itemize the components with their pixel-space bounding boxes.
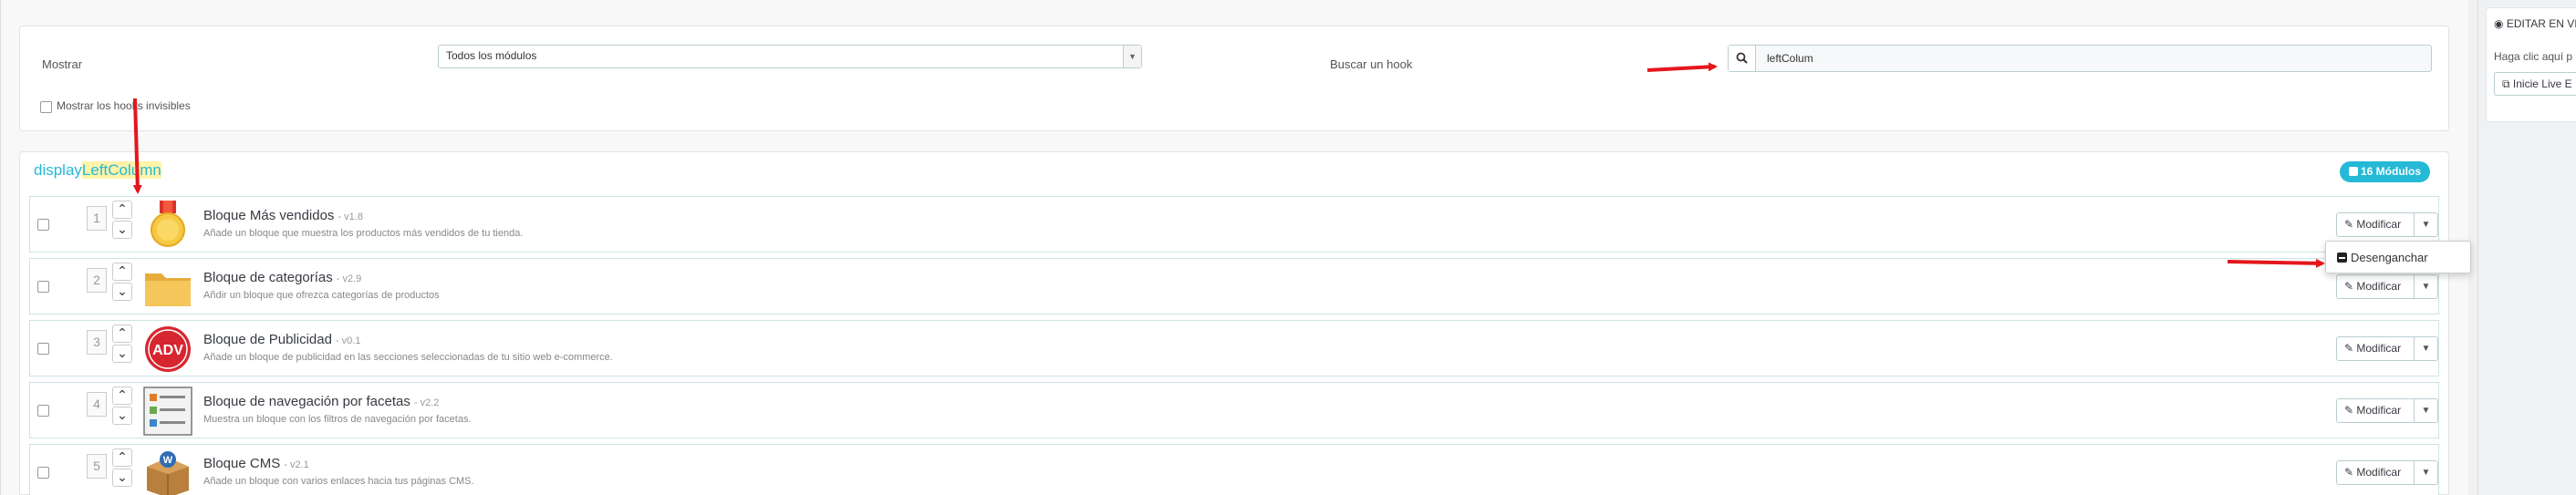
move-down-icon[interactable]: ⌄	[112, 407, 132, 425]
unhook-icon	[2337, 253, 2347, 263]
module-position: 3	[87, 330, 107, 355]
svg-text:ADV: ADV	[152, 343, 183, 358]
show-label: Mostrar	[42, 57, 83, 71]
live-edit-panel: ◉ EDITAR EN VIVO Haga clic aquí p ⧉ Inic…	[2486, 7, 2576, 122]
module-count-badge: 16 Módulos	[2339, 161, 2430, 182]
move-up-icon[interactable]: ⌃	[112, 325, 132, 343]
chevron-down-icon[interactable]: ▼	[2415, 212, 2438, 237]
live-edit-header: ◉ EDITAR EN VIVO	[2494, 17, 2576, 30]
module-name: Bloque de categorías - v2.9	[203, 270, 362, 285]
module-filter-select[interactable]: Todos los módulos ▼	[438, 45, 1142, 68]
right-sidebar: ◉ EDITAR EN VIVO Haga clic aquí p ⧉ Inic…	[2477, 0, 2576, 495]
search-icon	[1729, 46, 1756, 71]
unhook-menu-item[interactable]: Desenganchar	[2325, 241, 2471, 273]
module-row: 1 ⌃ ⌄ Bloque Más vendidos - v1.8 Añade un…	[29, 196, 2439, 253]
medal-icon	[143, 201, 192, 250]
module-checkbox[interactable]	[37, 467, 49, 479]
hook-search-value: leftColum	[1767, 52, 1813, 65]
edit-button[interactable]: ✎ Modificar	[2336, 212, 2415, 237]
hook-search-input[interactable]: leftColum	[1728, 45, 2432, 72]
move-up-icon[interactable]: ⌃	[112, 449, 132, 467]
edit-button[interactable]: ✎ Modificar	[2336, 336, 2415, 361]
module-description: Añade un bloque que muestra los producto…	[203, 228, 524, 239]
folder-icon	[143, 263, 192, 312]
module-name: Bloque de Publicidad - v0.1	[203, 332, 361, 347]
position-arrows: ⌃ ⌄	[112, 449, 134, 489]
move-up-icon[interactable]: ⌃	[112, 263, 132, 281]
move-up-icon[interactable]: ⌃	[112, 387, 132, 405]
module-row: 3 ⌃ ⌄ ADV Bloque de Publicidad - v0.1 Aña…	[29, 320, 2439, 376]
module-row: 4 ⌃ ⌄ Bloque de navegación por facetas - …	[29, 382, 2439, 438]
module-checkbox[interactable]	[37, 405, 49, 417]
cms-box-icon: W	[143, 449, 192, 495]
edit-button[interactable]: ✎ Modificar	[2336, 460, 2415, 485]
move-down-icon[interactable]: ⌄	[112, 283, 132, 301]
module-filter-value: Todos los módulos	[446, 49, 537, 62]
invisible-hooks-label[interactable]: Mostrar los hooks invisibles	[57, 99, 191, 112]
module-row: 2 ⌃ ⌄ Bloque de categorías - v2.9 Añdir u…	[29, 258, 2439, 315]
hook-title: displayLeftColumn	[34, 161, 161, 179]
chevron-down-icon[interactable]: ▼	[2415, 336, 2438, 361]
start-live-edit-button[interactable]: ⧉ Inicie Live E	[2494, 72, 2576, 96]
live-edit-text: Haga clic aquí p	[2494, 50, 2573, 63]
module-position: 2	[87, 268, 107, 293]
position-arrows: ⌃ ⌄	[112, 387, 134, 427]
main-content: Mostrar Todos los módulos ▼ Buscar un ho…	[0, 0, 2471, 495]
module-description: Muestra un bloque con los filtros de nav…	[203, 414, 472, 425]
move-down-icon[interactable]: ⌄	[112, 469, 132, 487]
module-checkbox[interactable]	[37, 219, 49, 231]
position-arrows: ⌃ ⌄	[112, 325, 134, 365]
module-name: Bloque de navegación por facetas - v2.2	[203, 394, 440, 409]
external-link-icon: ⧉	[2502, 77, 2510, 90]
move-down-icon[interactable]: ⌄	[112, 221, 132, 239]
position-arrows: ⌃ ⌄	[112, 263, 134, 303]
module-description: Añdir un bloque que ofrezca categorías d…	[203, 290, 440, 301]
module-description: Añade un bloque de publicidad en las sec…	[203, 352, 613, 363]
search-hook-label: Buscar un hook	[1330, 57, 1413, 71]
module-row: 5 ⌃ ⌄ W Bloque CMS - v2.1 Añade un bloque…	[29, 444, 2439, 495]
move-up-icon[interactable]: ⌃	[112, 201, 132, 219]
filter-list-icon	[143, 387, 192, 436]
module-position: 5	[87, 454, 107, 479]
module-name: Bloque Más vendidos - v1.8	[203, 208, 363, 223]
svg-text:W: W	[163, 455, 173, 466]
invisible-hooks-checkbox[interactable]	[40, 101, 52, 113]
edit-button[interactable]: ✎ Modificar	[2336, 274, 2415, 299]
eye-icon: ◉	[2494, 17, 2504, 30]
module-checkbox[interactable]	[37, 281, 49, 293]
module-position: 1	[87, 206, 107, 231]
filter-panel: Mostrar Todos los módulos ▼ Buscar un ho…	[19, 26, 2449, 131]
chevron-down-icon: ▼	[1123, 46, 1141, 67]
chevron-down-icon[interactable]: ▼	[2415, 274, 2438, 299]
edit-button[interactable]: ✎ Modificar	[2336, 398, 2415, 423]
module-name: Bloque CMS - v2.1	[203, 456, 309, 471]
move-down-icon[interactable]: ⌄	[112, 345, 132, 363]
module-checkbox[interactable]	[37, 343, 49, 355]
position-arrows: ⌃ ⌄	[112, 201, 134, 241]
adv-badge-icon: ADV	[143, 325, 192, 374]
module-description: Añade un bloque con varios enlaces hacia…	[203, 476, 474, 487]
module-position: 4	[87, 392, 107, 417]
chevron-down-icon[interactable]: ▼	[2415, 398, 2438, 423]
chevron-down-icon[interactable]: ▼	[2415, 460, 2438, 485]
hook-panel: displayLeftColumn 16 Módulos 1 ⌃ ⌄ Bloqu…	[19, 151, 2449, 495]
